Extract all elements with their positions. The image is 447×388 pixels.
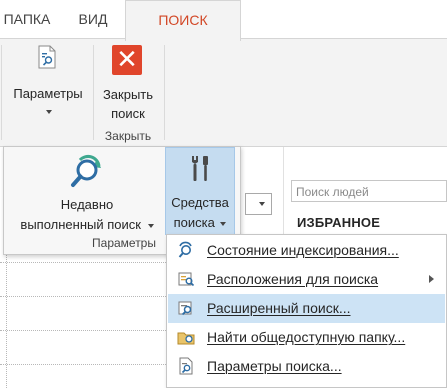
tools-icon	[192, 156, 208, 181]
group-divider	[164, 45, 165, 140]
divider-line	[0, 262, 166, 263]
divider-line	[0, 296, 166, 297]
scope-dropdown[interactable]	[245, 193, 272, 215]
menu-item-label: Параметры поиска...	[207, 358, 342, 374]
search-locations-icon	[178, 272, 195, 287]
tools-label-text: поиска	[173, 215, 215, 230]
tab-search[interactable]: ПОИСК	[125, 0, 241, 41]
recent-label-text: выполненный поиск	[20, 217, 141, 232]
divider-line	[0, 330, 166, 331]
recent-searches-button[interactable]: Недавно выполненный поиск	[9, 149, 165, 235]
chevron-down-icon	[220, 221, 227, 226]
recent-searches-icon	[71, 154, 101, 187]
menu-item-advanced-search[interactable]: Расширенный поиск...	[168, 294, 445, 323]
menu-item-label: Состояние индексирования...	[207, 242, 399, 258]
close-search-label-line1: Закрыть	[102, 87, 154, 102]
favorites-heading: ИЗБРАННОЕ	[297, 215, 381, 230]
close-icon[interactable]: ✕	[112, 45, 142, 75]
menu-item-label: Найти общедоступную папку...	[207, 329, 406, 345]
menu-item-label: Расположения для поиска	[207, 271, 379, 287]
menu-item-label: Расширенный поиск...	[207, 300, 351, 316]
tools-label-line2: поиска	[166, 213, 234, 233]
search-tools-button[interactable]: Средства поиска	[165, 147, 235, 235]
public-folder-icon	[177, 332, 195, 345]
search-options-icon	[179, 357, 193, 375]
people-search-input[interactable]: Поиск людей	[291, 180, 447, 202]
close-search-label-line2: поиск	[111, 106, 145, 121]
tab-folder[interactable]: ПАПКА	[0, 0, 54, 38]
parameters-label: Параметры	[13, 86, 83, 101]
divider-line	[0, 364, 166, 365]
recent-label-line1: Недавно	[60, 197, 114, 212]
index-status-icon	[178, 241, 192, 258]
options-group-label: Параметры	[92, 236, 156, 250]
tools-label-line1: Средства	[171, 195, 229, 210]
close-search-button[interactable]: Закрыть поиск	[94, 85, 162, 123]
menu-item-index-status[interactable]: Состояние индексирования...	[168, 236, 445, 265]
search-tools-menu: Состояние индексирования... Расположения…	[166, 234, 447, 388]
close-group-label: Закрыть	[104, 129, 152, 143]
advanced-search-icon	[178, 301, 192, 316]
menu-item-public-folder[interactable]: Найти общедоступную папку...	[168, 323, 445, 352]
group-divider	[1, 45, 2, 140]
menu-item-search-options[interactable]: Параметры поиска...	[168, 352, 445, 381]
chevron-down-icon	[46, 110, 52, 114]
recent-label-line2: выполненный поиск	[9, 215, 165, 235]
submenu-arrow-icon	[429, 275, 434, 283]
parameters-button[interactable]: Параметры	[4, 42, 88, 122]
parameters-icon	[38, 45, 56, 69]
chevron-down-icon	[259, 202, 265, 206]
menu-item-search-locations[interactable]: Расположения для поиска	[168, 265, 445, 294]
tab-view[interactable]: ВИД	[76, 0, 110, 38]
chevron-down-icon	[147, 223, 154, 228]
